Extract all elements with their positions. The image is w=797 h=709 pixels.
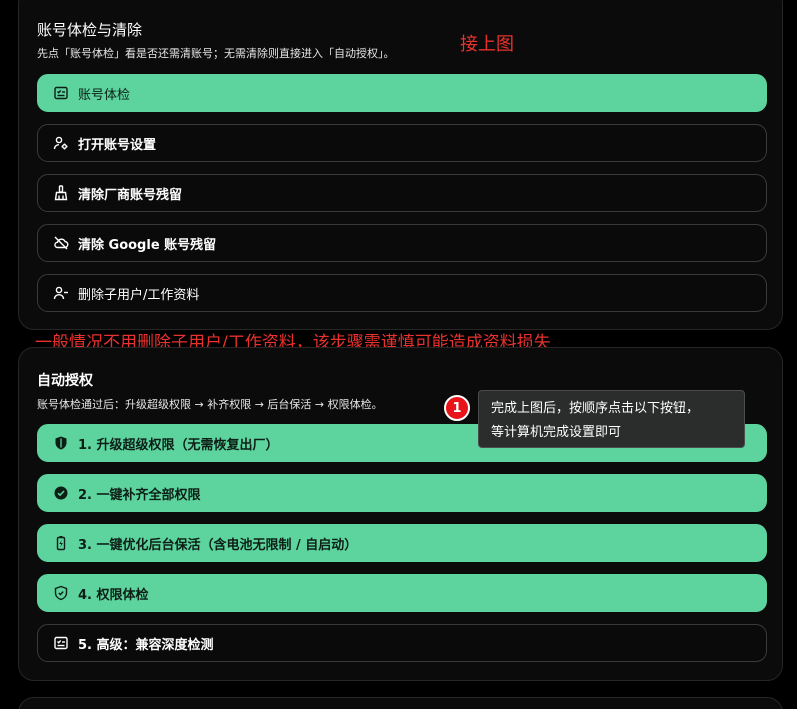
optimize-background-button[interactable]: 3. 一键优化后台保活（含电池无限制 / 自启动）: [37, 524, 767, 562]
delete-sub-user-label: 删除子用户/工作资料: [78, 287, 200, 303]
permission-check-button[interactable]: 4. 权限体检: [37, 574, 767, 612]
grant-all-permissions-button[interactable]: 2. 一键补齐全部权限: [37, 474, 767, 512]
instruction-tooltip: 完成上图后，按顺序点击以下按钮， 等计算机完成设置即可: [478, 390, 745, 448]
account-check-card: 账号体检与清除 先点「账号体检」看是否还需清账号；无需清除则直接进入「自动授权」…: [18, 0, 783, 330]
checklist-icon: [52, 634, 70, 652]
delete-sub-user-button[interactable]: 删除子用户/工作资料: [37, 274, 767, 312]
page: 账号体检与清除 先点「账号体检」看是否还需清账号；无需清除则直接进入「自动授权」…: [0, 0, 797, 709]
section-description-account-check: 先点「账号体检」看是否还需清账号；无需清除则直接进入「自动授权」。: [37, 47, 395, 60]
grant-all-permissions-label: 2. 一键补齐全部权限: [78, 487, 201, 503]
continue-annotation: 接上图: [460, 34, 514, 55]
optimize-background-label: 3. 一键优化后台保活（含电池无限制 / 自启动）: [78, 537, 358, 553]
checklist-icon: [52, 84, 70, 102]
clear-google-account-button[interactable]: 清除 Google 账号残留: [37, 224, 767, 262]
open-account-settings-label: 打开账号设置: [78, 137, 157, 153]
section-description-auto-authorize: 账号体检通过后：升级超级权限 → 补齐权限 → 后台保活 → 权限体检。: [37, 398, 383, 411]
battery-icon: [52, 534, 70, 552]
section-title-account-check: 账号体检与清除: [37, 21, 143, 39]
permission-check-label: 4. 权限体检: [78, 587, 149, 603]
circle-check-icon: [52, 484, 70, 502]
open-account-settings-button[interactable]: 打开账号设置: [37, 124, 767, 162]
account-check-button[interactable]: 账号体检: [37, 74, 767, 112]
compat-deep-check-button[interactable]: 5. 高级：兼容深度检测: [37, 624, 767, 662]
upgrade-super-permission-label: 1. 升级超级权限（无需恢复出厂）: [78, 437, 279, 453]
section-title-auto-authorize: 自动授权: [37, 373, 93, 389]
compat-deep-check-label: 5. 高级：兼容深度检测: [78, 637, 214, 653]
tooltip-line-1: 完成上图后，按顺序点击以下按钮，: [491, 401, 700, 416]
tooltip-line-2: 等计算机完成设置即可: [491, 425, 622, 440]
step-number-badge: 1: [444, 395, 470, 421]
user-gear-icon: [52, 134, 70, 152]
cloud-off-icon: [52, 234, 70, 252]
clear-google-account-label: 清除 Google 账号残留: [78, 237, 217, 253]
broom-icon: [52, 184, 70, 202]
clear-vendor-account-button[interactable]: 清除厂商账号残留: [37, 174, 767, 212]
clear-vendor-account-label: 清除厂商账号残留: [78, 187, 183, 203]
shield-check-icon: [52, 584, 70, 602]
shield-icon: [52, 434, 70, 452]
next-section-card: [18, 697, 783, 709]
user-remove-icon: [52, 284, 70, 302]
account-check-label: 账号体检: [78, 87, 131, 103]
